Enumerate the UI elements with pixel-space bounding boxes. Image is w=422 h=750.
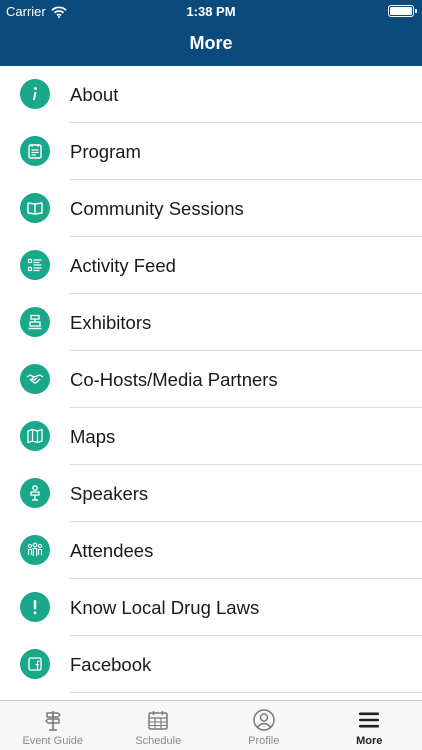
menu-item-label: Speakers <box>70 482 149 504</box>
menu-item-label: Facebook <box>70 653 152 675</box>
menu-item-label: Program <box>70 140 141 162</box>
menu-item-maps[interactable]: Maps <box>0 408 422 465</box>
menu-item-label: Exhibitors <box>70 311 152 333</box>
menu-item-label: Attendees <box>70 539 154 561</box>
menu-item-activity-feed[interactable]: Activity Feed <box>0 237 422 294</box>
page-title: More <box>189 33 233 53</box>
tab-label: Event Guide <box>22 735 84 747</box>
exclamation-icon <box>20 592 50 622</box>
tab-schedule[interactable]: Schedule <box>106 701 212 750</box>
more-menu-list: About Program Community Sessions Activit… <box>0 66 422 693</box>
program-icon <box>20 136 50 166</box>
menu-item-label: Know Local Drug Laws <box>70 596 260 618</box>
menu-item-label: Co-Hosts/Media Partners <box>70 368 278 390</box>
hamburger-icon <box>359 712 380 728</box>
battery-icon <box>388 5 417 17</box>
tab-more[interactable]: More <box>317 701 422 750</box>
speaker-icon <box>20 478 50 508</box>
tab-label: Profile <box>248 735 280 747</box>
calendar-icon <box>148 711 168 730</box>
menu-item-speakers[interactable]: Speakers <box>0 465 422 522</box>
signpost-icon <box>45 711 61 731</box>
menu-item-program[interactable]: Program <box>0 123 422 180</box>
booth-icon <box>20 307 50 337</box>
menu-item-drug-laws[interactable]: Know Local Drug Laws <box>0 579 422 636</box>
profile-icon <box>253 709 275 731</box>
status-bar: Carrier 1:38 PM <box>0 0 422 22</box>
menu-item-co-hosts[interactable]: Co-Hosts/Media Partners <box>0 351 422 408</box>
row-divider <box>70 692 422 693</box>
menu-item-about[interactable]: About <box>0 66 422 123</box>
handshake-icon <box>20 364 50 394</box>
info-icon <box>20 79 50 109</box>
map-icon <box>20 421 50 451</box>
menu-item-exhibitors[interactable]: Exhibitors <box>0 294 422 351</box>
menu-item-label: Maps <box>70 425 116 447</box>
status-time: 1:38 PM <box>186 4 236 19</box>
facebook-icon <box>20 649 50 679</box>
menu-item-label: Activity Feed <box>70 254 176 276</box>
menu-item-label: Community Sessions <box>70 197 244 219</box>
list-icon <box>20 250 50 280</box>
menu-item-facebook[interactable]: Facebook <box>0 636 422 693</box>
tab-label: Schedule <box>135 735 182 747</box>
tab-event-guide[interactable]: Event Guide <box>0 701 106 750</box>
nav-header: Carrier 1:38 PM More <box>0 0 422 66</box>
book-icon <box>20 193 50 223</box>
menu-item-label: About <box>70 83 119 105</box>
tab-bar: Event Guide Schedule Profile More <box>0 700 422 750</box>
tab-profile[interactable]: Profile <box>211 701 317 750</box>
menu-item-attendees[interactable]: Attendees <box>0 522 422 579</box>
tab-label: More <box>356 735 383 747</box>
menu-item-community-sessions[interactable]: Community Sessions <box>0 180 422 237</box>
attendees-icon <box>20 535 50 565</box>
